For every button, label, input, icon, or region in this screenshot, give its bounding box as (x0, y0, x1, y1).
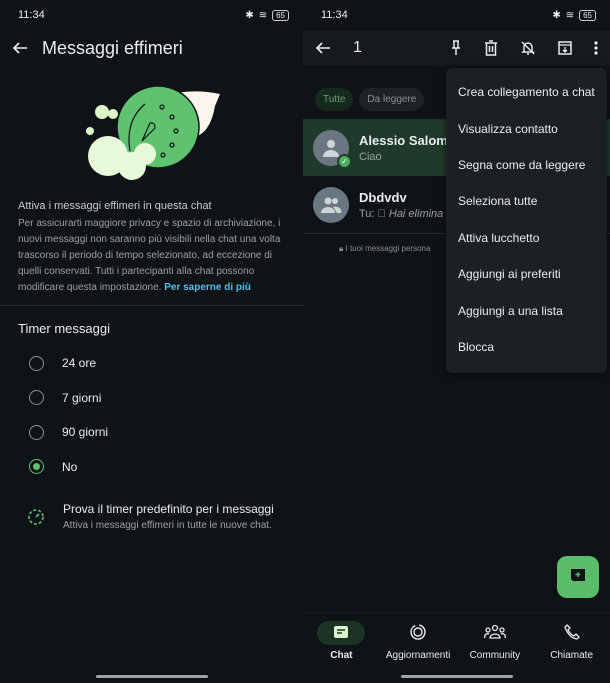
group-avatar (313, 186, 349, 223)
timer-heading: Timer messaggi (18, 321, 110, 336)
phone-icon (563, 623, 580, 643)
radio-button[interactable] (29, 355, 44, 371)
archive-icon[interactable] (558, 41, 572, 55)
menu-item-lock-chat[interactable]: Attiva lucchetto (446, 220, 607, 256)
new-chat-icon (570, 568, 586, 587)
divider (0, 305, 303, 306)
status-time: 11:34 (321, 9, 348, 21)
battery-level: 65 (579, 9, 596, 21)
filter-chip-all[interactable]: Tutte (315, 88, 354, 111)
selected-check-icon: ✓ (337, 153, 352, 169)
menu-item-view-contact[interactable]: Visualizza contatto (446, 110, 607, 146)
bluetooth-icon: ✱ (552, 9, 561, 21)
mute-icon[interactable] (520, 40, 536, 56)
radio-button-selected[interactable] (29, 459, 44, 475)
menu-item-add-to-list[interactable]: Aggiungi a una lista (446, 292, 607, 328)
status-time: 11:34 (18, 9, 45, 21)
menu-item-add-favorites[interactable]: Aggiungi ai preferiti (446, 256, 607, 292)
pin-icon[interactable] (450, 40, 462, 56)
radio-button[interactable] (29, 390, 44, 406)
menu-item-mark-unread[interactable]: Segna come da leggere (446, 147, 607, 183)
community-icon (483, 624, 506, 643)
description: Per assicurarti maggiore privacy e spazi… (18, 218, 281, 293)
timer-icon (27, 502, 45, 531)
default-timer-promo[interactable]: Prova il timer predefinito per i messagg… (0, 484, 303, 531)
wifi-icon: ≋ (258, 9, 268, 21)
more-options-icon[interactable] (594, 41, 598, 55)
section-title: Attiva i messaggi effimeri in questa cha… (18, 200, 212, 212)
home-indicator (95, 675, 208, 678)
back-arrow-icon[interactable] (315, 40, 331, 56)
menu-item-create-shortcut[interactable]: Crea collegamento a chat (446, 74, 607, 110)
learn-more-link[interactable]: Per saperne di più (164, 282, 251, 293)
updates-icon (409, 623, 427, 644)
nav-community[interactable]: Community (457, 613, 533, 672)
chat-icon (333, 625, 349, 642)
nav-chat[interactable]: Chat (303, 613, 379, 672)
delete-icon[interactable] (484, 40, 498, 56)
lock-icon: 🔒︎ (339, 244, 344, 253)
option-off[interactable]: No (0, 450, 303, 485)
nav-updates[interactable]: Aggiornamenti (380, 613, 456, 672)
status-bar: 11:34 ✱ ≋ 65 (303, 0, 610, 30)
timer-illustration (0, 66, 303, 186)
ephemeral-settings-screen: 11:34 ✱ ≋ 65 Messaggi effimeri Attiva i me… (0, 0, 303, 683)
home-indicator (400, 675, 513, 678)
radio-button[interactable] (29, 424, 44, 440)
status-bar: 11:34 ✱ ≋ 65 (0, 0, 303, 30)
back-arrow-icon[interactable] (12, 40, 28, 56)
page-title: Messaggi effimeri (42, 37, 183, 58)
option-7d[interactable]: 7 giorni (0, 381, 303, 416)
nav-calls[interactable]: Chiamate (534, 613, 610, 672)
overflow-menu: Crea collegamento a chat Visualizza cont… (446, 68, 607, 373)
option-90d[interactable]: 90 giorni (0, 415, 303, 450)
bluetooth-icon: ✱ (245, 9, 254, 21)
menu-item-select-all[interactable]: Seleziona tutte (446, 183, 607, 219)
filter-chip-unread[interactable]: Da leggere (359, 88, 425, 111)
avatar: ✓ (313, 129, 352, 169)
new-chat-button[interactable] (557, 556, 599, 598)
bottom-navigation: Chat Aggiornamenti Community Chiamate (303, 612, 610, 672)
selected-count: 1 (353, 39, 362, 56)
chat-list-screen: 11:34 ✱ ≋ 65 1 Tutte Da leggere ✓ Alessio … (303, 0, 610, 683)
battery-level: 65 (272, 9, 289, 21)
option-24h[interactable]: 24 ore (0, 346, 303, 381)
menu-item-block[interactable]: Blocca (446, 329, 607, 365)
wifi-icon: ≋ (565, 9, 575, 21)
